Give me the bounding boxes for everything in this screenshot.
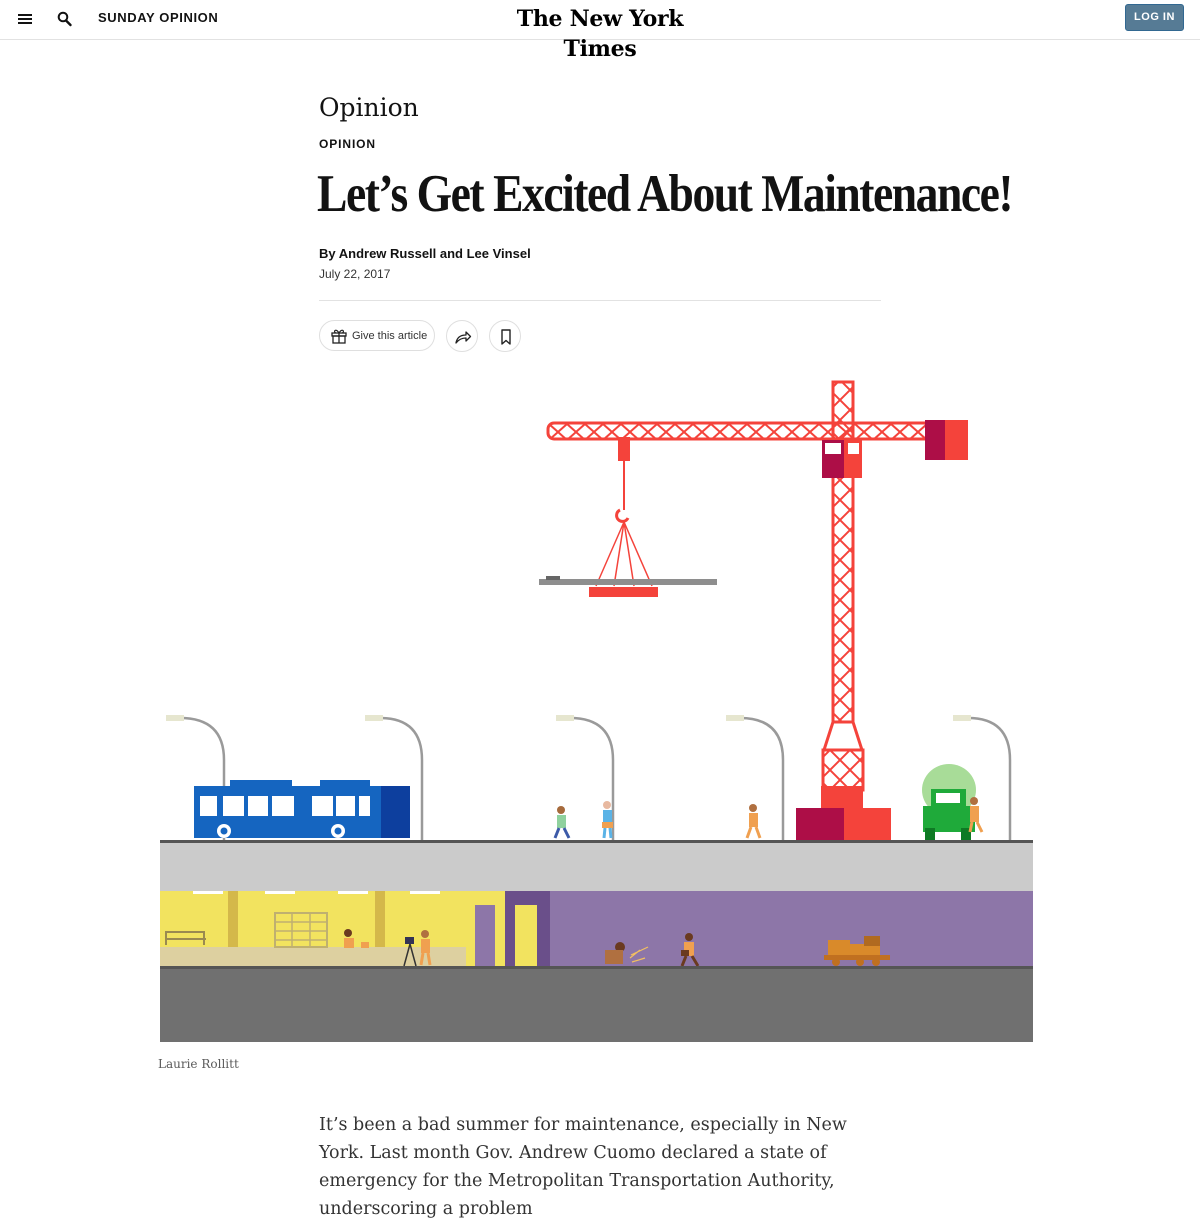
gift-icon <box>331 329 347 344</box>
search-icon <box>57 11 72 27</box>
maintenance-illustration <box>160 380 1033 1042</box>
section-link-sunday-opinion[interactable]: SUNDAY OPINION <box>98 11 218 25</box>
byline: By Andrew Russell and Lee Vinsel <box>319 246 531 261</box>
login-button[interactable]: LOG IN <box>1125 4 1184 31</box>
blue-bus <box>194 780 410 838</box>
search-button[interactable] <box>57 10 73 28</box>
road-edge <box>160 840 1033 843</box>
share-icon <box>455 331 472 344</box>
ground-layer <box>160 969 1033 1042</box>
gift-article-button[interactable]: Give this article <box>319 320 435 351</box>
bookmark-icon <box>501 329 511 345</box>
track-bed <box>160 966 1033 969</box>
subway-station <box>160 891 550 967</box>
gift-article-label: Give this article <box>352 330 428 342</box>
share-button[interactable] <box>446 320 478 352</box>
mixer-truck <box>922 764 984 840</box>
opinion-label[interactable]: OPINION <box>319 137 376 151</box>
article-headline: Let’s Get Excited About Maintenance! <box>317 165 1014 223</box>
pedestrians <box>553 801 762 839</box>
save-button[interactable] <box>489 320 521 352</box>
tower-crane <box>539 380 968 840</box>
top-bar: SUNDAY OPINION The New York Times LOG IN <box>0 0 1200 62</box>
nyt-logo[interactable]: The New York Times <box>490 4 710 64</box>
publish-date: July 22, 2017 <box>319 267 391 281</box>
road-slab <box>160 843 1033 891</box>
hamburger-icon <box>18 14 32 24</box>
opinion-kicker[interactable]: Opinion <box>319 93 419 123</box>
subway-tunnel <box>550 891 1033 967</box>
image-credit: Laurie Rollitt <box>158 1057 239 1071</box>
header-divider <box>319 300 881 301</box>
menu-button[interactable] <box>17 11 35 27</box>
article-body-paragraph: It’s been a bad summer for maintenance, … <box>319 1115 847 1219</box>
